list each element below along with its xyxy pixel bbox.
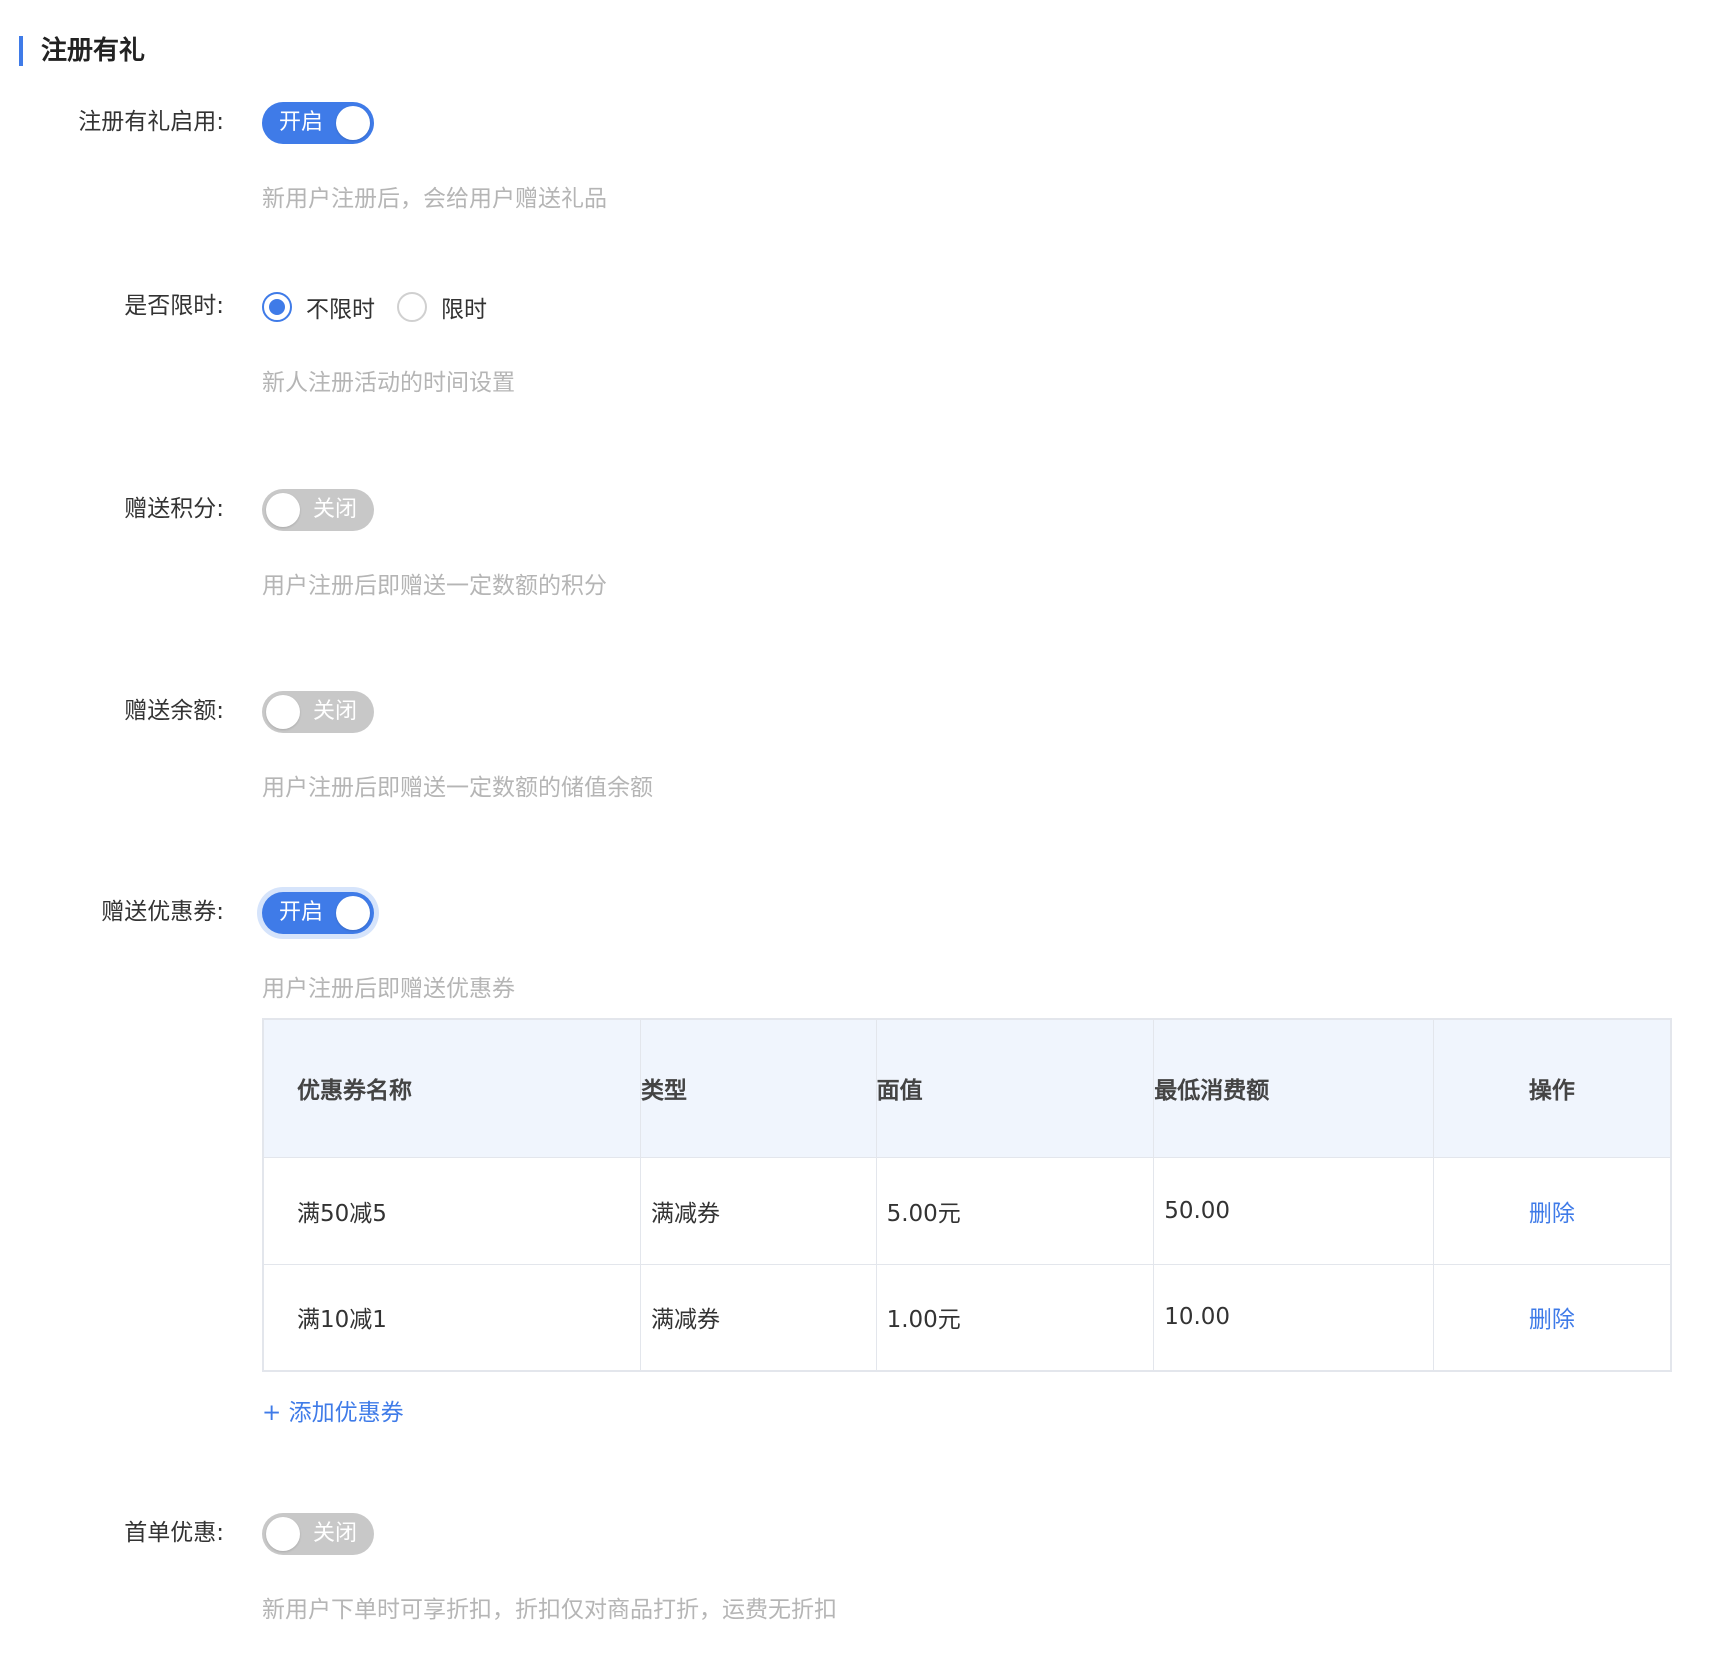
time-limit-hint: 新人注册活动的时间设置: [262, 370, 515, 396]
header-action: 操作: [1432, 1018, 1672, 1158]
switch-knob: [266, 1517, 300, 1551]
switch-knob: [266, 493, 300, 527]
delete-coupon-link[interactable]: 删除: [1529, 1307, 1575, 1333]
balance-switch-text: 关闭: [312, 699, 357, 724]
radio-checked-icon: [262, 292, 292, 322]
switch-knob: [336, 106, 370, 140]
enable-hint: 新用户注册后，会给用户赠送礼品: [262, 186, 607, 212]
table-header-row: 优惠券名称 类型 面值 最低消费额 操作: [262, 1018, 1672, 1158]
enable-switch-text: 开启: [279, 110, 324, 135]
delete-coupon-link[interactable]: 删除: [1529, 1201, 1575, 1227]
add-coupon-link[interactable]: + 添加优惠券: [262, 1393, 404, 1427]
first-order-switch-text: 关闭: [312, 1521, 357, 1546]
coupons-switch-text: 开启: [279, 900, 324, 925]
header-type: 类型: [639, 1018, 877, 1158]
switch-knob: [266, 695, 300, 729]
coupons-label: 赠送优惠券:: [101, 899, 224, 925]
balance-label: 赠送余额:: [124, 698, 224, 724]
cell-coupon-name: 满10减1: [262, 1263, 641, 1372]
section-title: 注册有礼: [19, 36, 145, 66]
coupons-hint: 用户注册后即赠送优惠券: [262, 976, 515, 1002]
first-order-switch[interactable]: 关闭: [262, 1513, 374, 1555]
coupon-table: 优惠券名称 类型 面值 最低消费额 操作 满50减5 满减券 5.00元 50.…: [262, 1018, 1672, 1372]
cell-value: 1.00元: [875, 1263, 1155, 1372]
header-min-spend: 最低消费额: [1153, 1018, 1434, 1158]
header-coupon-name: 优惠券名称: [262, 1018, 641, 1158]
header-value: 面值: [875, 1018, 1155, 1158]
cell-type: 满减券: [639, 1156, 877, 1265]
points-label: 赠送积分:: [124, 496, 224, 522]
table-row: 满10减1 满减券 1.00元 10.00 删除: [262, 1263, 1672, 1372]
first-order-label: 首单优惠:: [124, 1520, 224, 1546]
points-hint: 用户注册后即赠送一定数额的积分: [262, 573, 607, 599]
coupons-switch[interactable]: 开启: [262, 892, 374, 934]
cell-value: 5.00元: [875, 1156, 1155, 1265]
time-limit-radio-group: 不限时 限时: [262, 286, 509, 328]
radio-unlimited-label: 不限时: [306, 297, 375, 323]
balance-switch[interactable]: 关闭: [262, 691, 374, 733]
cell-min-spend: 50.00: [1153, 1156, 1434, 1265]
cell-type: 满减券: [639, 1263, 877, 1372]
balance-hint: 用户注册后即赠送一定数额的储值余额: [262, 775, 653, 801]
cell-action: 删除: [1432, 1156, 1672, 1265]
radio-limited[interactable]: 限时: [397, 290, 487, 324]
cell-min-spend: 10.00: [1153, 1263, 1434, 1372]
radio-unlimited[interactable]: 不限时: [262, 290, 375, 324]
table-row: 满50减5 满减券 5.00元 50.00 删除: [262, 1156, 1672, 1265]
cell-coupon-name: 满50减5: [262, 1156, 641, 1265]
points-switch[interactable]: 关闭: [262, 489, 374, 531]
switch-knob: [336, 896, 370, 930]
enable-label: 注册有礼启用:: [78, 109, 224, 135]
cell-action: 删除: [1432, 1263, 1672, 1372]
first-order-hint: 新用户下单时可享折扣，折扣仅对商品打折，运费无折扣: [262, 1597, 837, 1623]
enable-switch[interactable]: 开启: [262, 102, 374, 144]
radio-unchecked-icon: [397, 292, 427, 322]
time-limit-label: 是否限时:: [124, 293, 224, 319]
radio-limited-label: 限时: [441, 297, 487, 323]
points-switch-text: 关闭: [312, 497, 357, 522]
